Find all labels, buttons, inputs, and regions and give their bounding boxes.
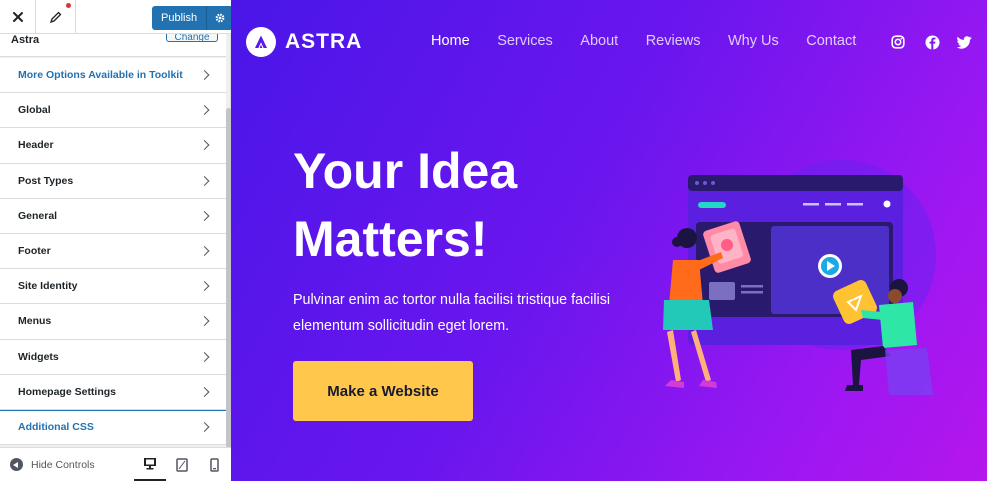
chevron-right-icon: [199, 210, 210, 221]
twitter-icon[interactable]: [955, 33, 973, 51]
panel-additional-css[interactable]: Additional CSS: [0, 409, 226, 446]
site-logo[interactable]: ASTRA: [246, 27, 362, 57]
hero-description: Pulvinar enim ac tortor nulla facilisi t…: [293, 292, 611, 334]
chevron-right-icon: [199, 140, 210, 151]
nav-home[interactable]: Home: [431, 33, 470, 49]
customizer-panel-list: More Options Available in Toolkit Global…: [0, 58, 226, 446]
panel-post-types[interactable]: Post Types: [0, 163, 226, 199]
panel-homepage-settings[interactable]: Homepage Settings: [0, 374, 226, 410]
instagram-icon[interactable]: [889, 33, 907, 51]
hero-illustration: [663, 160, 936, 395]
panel-label: More Options Available in Toolkit: [18, 69, 183, 82]
panel-label: Homepage Settings: [18, 385, 117, 398]
logo-text: ASTRA: [285, 30, 363, 53]
panel-label: Header: [18, 139, 54, 152]
nav-contact[interactable]: Contact: [806, 33, 856, 49]
customizer-topbar: Publish: [0, 0, 234, 34]
site-preview: ASTRA Home Services About Reviews Why Us…: [231, 0, 987, 481]
panel-menus[interactable]: Menus: [0, 304, 226, 340]
close-icon: [12, 12, 23, 22]
panel-label: Site Identity: [18, 280, 78, 293]
change-theme-button[interactable]: Change: [166, 34, 218, 43]
make-website-button[interactable]: Make a Website: [293, 361, 473, 421]
mobile-icon: [209, 458, 219, 472]
chevron-right-icon: [199, 281, 210, 292]
panel-label: Menus: [18, 315, 52, 328]
panel-header[interactable]: Header: [0, 128, 226, 164]
tablet-icon: [176, 458, 188, 472]
nav-about[interactable]: About: [580, 33, 618, 49]
panel-label: Global: [18, 104, 51, 117]
panel-site-identity[interactable]: Site Identity: [0, 269, 226, 305]
chevron-right-icon: [199, 316, 210, 327]
publish-button[interactable]: Publish: [152, 6, 208, 30]
panel-general[interactable]: General: [0, 198, 226, 234]
preview-tablet-button[interactable]: [166, 448, 198, 481]
panel-label: General: [18, 209, 58, 222]
panel-toolkit-options[interactable]: More Options Available in Toolkit: [0, 58, 226, 94]
hide-controls-label: Hide Controls: [31, 458, 95, 471]
preview-mobile-button[interactable]: [198, 448, 230, 481]
panel-label: Widgets: [18, 350, 59, 363]
publish-settings-button[interactable]: [207, 6, 234, 30]
nav-services[interactable]: Services: [497, 33, 553, 49]
panel-footer[interactable]: Footer: [0, 233, 226, 270]
panel-label: Footer: [18, 245, 51, 258]
theme-name: Astra: [11, 34, 40, 46]
chevron-right-icon: [199, 105, 210, 116]
hero-title: Your Idea Matters!: [293, 143, 518, 267]
customizer-footer: Hide Controls: [0, 447, 231, 481]
panel-widgets[interactable]: Widgets: [0, 339, 226, 375]
active-theme-section: Astra Change: [0, 34, 226, 57]
collapse-arrow-icon: [10, 458, 23, 471]
site-navigation: Home Services About Reviews Why Us Conta…: [431, 33, 884, 49]
chevron-right-icon: [199, 175, 210, 186]
customizer-sidebar: Publish Astra Change More Options Availa…: [0, 0, 234, 481]
notification-dot: [66, 3, 71, 8]
preview-desktop-button[interactable]: [134, 448, 166, 481]
gear-icon: [215, 13, 225, 23]
nav-why-us[interactable]: Why Us: [728, 33, 779, 49]
hide-controls-button[interactable]: Hide Controls: [10, 458, 95, 471]
chevron-right-icon: [199, 70, 210, 81]
chevron-right-icon: [199, 351, 210, 362]
chevron-right-icon: [199, 386, 210, 397]
pencil-icon: [49, 11, 61, 24]
publish-group: Publish: [152, 6, 234, 30]
desktop-icon: [144, 458, 156, 470]
close-customizer-button[interactable]: [0, 0, 36, 34]
panel-label: Additional CSS: [18, 421, 94, 434]
chevron-right-icon: [199, 422, 210, 433]
facebook-icon[interactable]: [923, 33, 941, 51]
chevron-right-icon: [199, 246, 210, 256]
nav-reviews[interactable]: Reviews: [646, 33, 701, 49]
astra-logo-icon: [246, 27, 276, 57]
panel-global[interactable]: Global: [0, 93, 226, 129]
panel-label: Post Types: [18, 174, 74, 187]
